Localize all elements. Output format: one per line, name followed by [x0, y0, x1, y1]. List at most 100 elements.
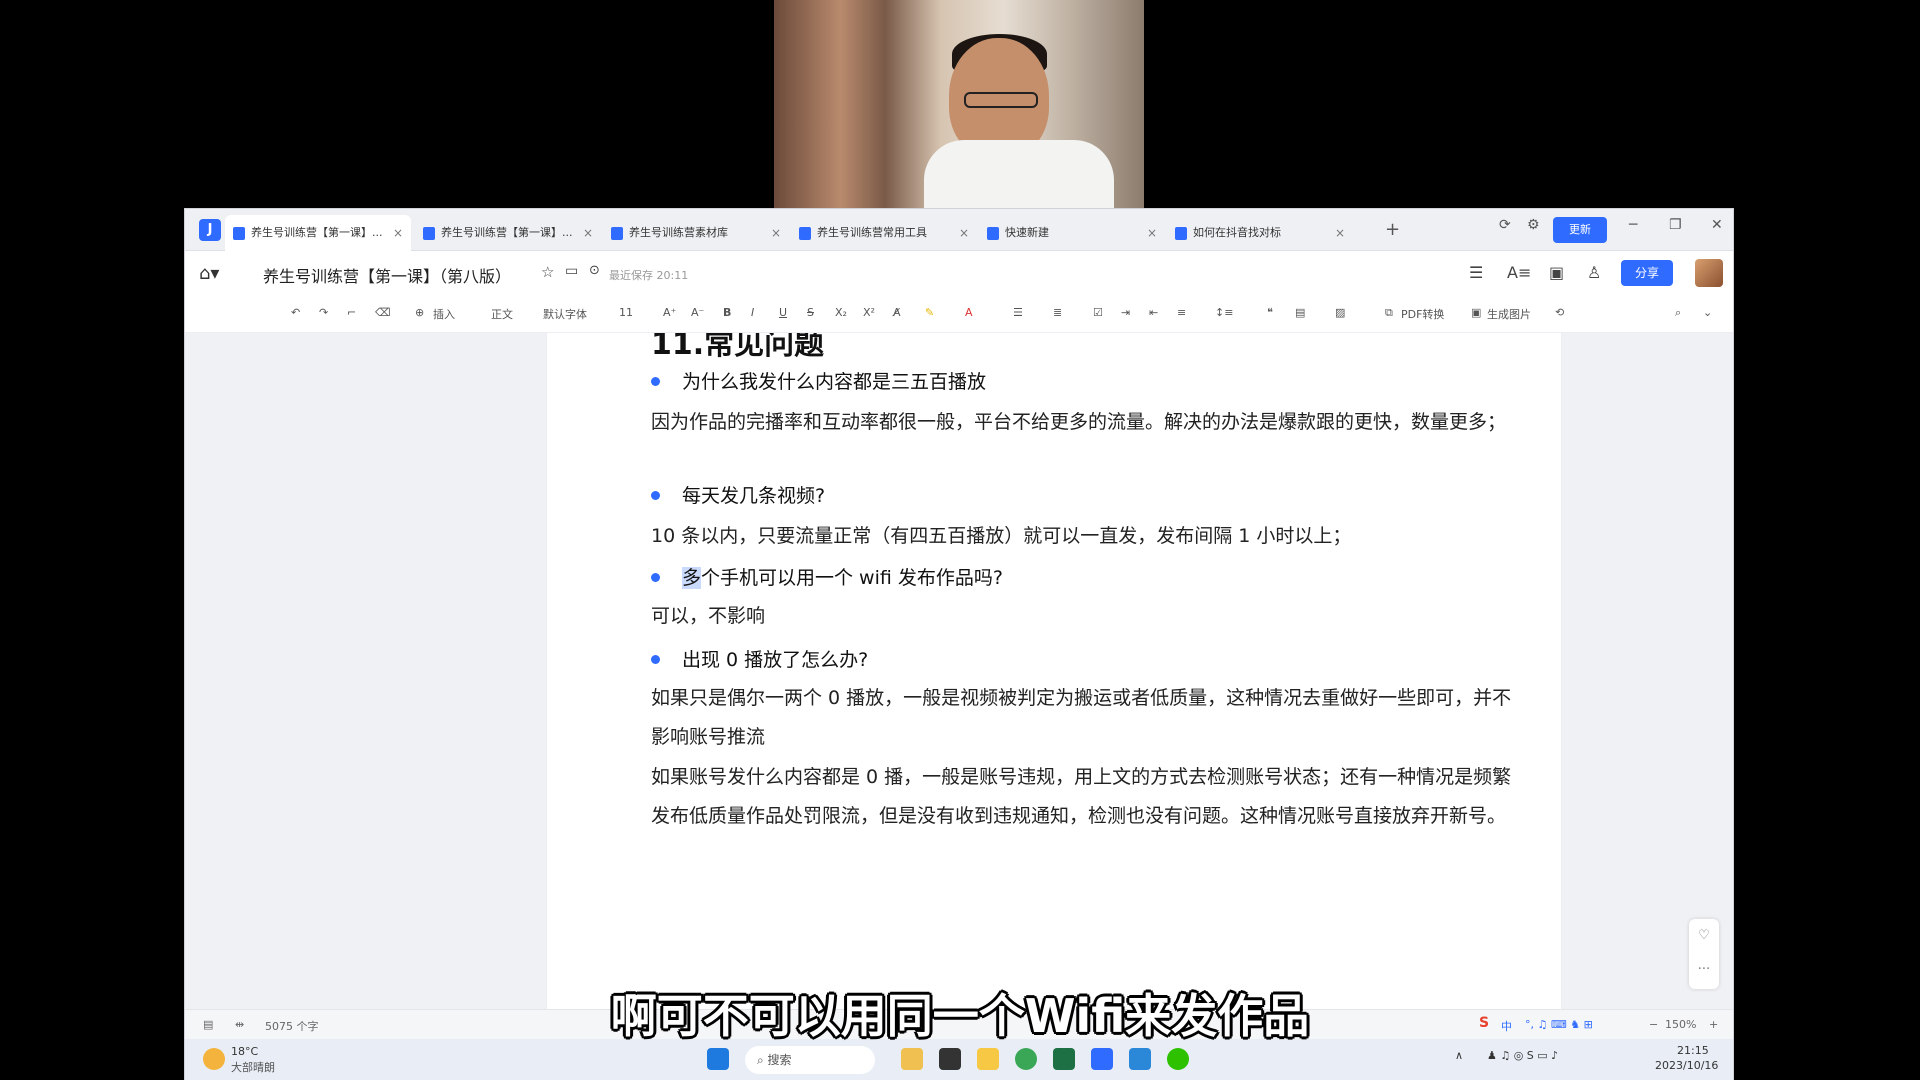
- question-2: 每天发几条视频?: [651, 481, 825, 508]
- insert-menu[interactable]: 插入: [433, 306, 455, 322]
- weather-icon[interactable]: [203, 1048, 225, 1070]
- task-view-icon[interactable]: [939, 1048, 961, 1070]
- weather-desc: 大部晴朗: [231, 1061, 275, 1074]
- tab-doc-1[interactable]: 养生号训练营【第一课】... ×: [225, 215, 411, 251]
- paragraph-style-select[interactable]: 正文: [491, 306, 513, 322]
- close-icon[interactable]: ×: [959, 215, 969, 251]
- image-icon[interactable]: ▣: [1471, 306, 1481, 319]
- generate-image-button[interactable]: 生成图片: [1487, 306, 1531, 322]
- tray-chevron-icon[interactable]: ∧: [1455, 1049, 1463, 1062]
- document-page[interactable]: 11.常见问题 为什么我发什么内容都是三五百播放 因为作品的完播率和互动率都很一…: [547, 333, 1561, 1009]
- excel-icon[interactable]: [1053, 1048, 1075, 1070]
- close-icon[interactable]: ×: [771, 215, 781, 251]
- more-icon[interactable]: ⟲: [1555, 306, 1564, 319]
- question-3: 多个手机可以用一个 wifi 发布作品吗?: [651, 563, 1003, 590]
- font-size-select[interactable]: 11: [619, 306, 633, 319]
- subscript-icon[interactable]: X₂: [835, 306, 847, 319]
- bullet-list-icon[interactable]: ☰: [1013, 306, 1023, 319]
- meeting-icon[interactable]: [1129, 1048, 1151, 1070]
- shirt-icon[interactable]: ♡: [1689, 919, 1719, 953]
- settings-icon[interactable]: ⚙: [1527, 217, 1540, 233]
- star-icon[interactable]: ☆: [541, 263, 554, 281]
- collab-icon[interactable]: ♙: [1587, 263, 1601, 282]
- pdf-icon[interactable]: ⧉: [1385, 306, 1393, 320]
- tab-quick-new[interactable]: 快速新建 ×: [979, 215, 1165, 251]
- numbered-list-icon[interactable]: ≣: [1053, 306, 1062, 319]
- bullet-icon: [651, 377, 660, 386]
- close-icon[interactable]: ×: [1335, 215, 1345, 251]
- image-insert-icon[interactable]: ▨: [1335, 306, 1345, 319]
- sync-icon[interactable]: ⟳: [1499, 217, 1511, 233]
- strikethrough-icon[interactable]: S: [807, 306, 814, 319]
- line-spacing-icon[interactable]: ↕≡: [1215, 306, 1233, 319]
- question-4: 出现 0 播放了怎么办?: [651, 645, 868, 672]
- menu-icon[interactable]: ☰: [1469, 263, 1483, 282]
- collapse-toolbar-icon[interactable]: ⌄: [1703, 306, 1712, 319]
- clear-format-icon[interactable]: ⌫: [375, 306, 391, 319]
- tab-material[interactable]: 养生号训练营素材库 ×: [603, 215, 789, 251]
- doc-icon: [1175, 227, 1187, 240]
- font-color-icon[interactable]: A: [965, 306, 973, 319]
- italic-icon[interactable]: I: [751, 306, 754, 319]
- close-icon[interactable]: ×: [393, 215, 403, 251]
- text-format-icon[interactable]: A≡: [1507, 263, 1531, 282]
- folder-icon[interactable]: ▭: [565, 263, 578, 279]
- tab-benchmark[interactable]: 如何在抖音找对标 ×: [1167, 215, 1353, 251]
- close-icon[interactable]: ×: [583, 215, 593, 251]
- new-tab-button[interactable]: +: [1385, 219, 1400, 240]
- doc-icon: [233, 227, 245, 240]
- highlight-icon[interactable]: ✎: [925, 306, 934, 319]
- font-family-select[interactable]: 默认字体: [543, 306, 587, 322]
- superscript-icon[interactable]: X²: [863, 306, 875, 319]
- search-icon[interactable]: ⌕: [1675, 306, 1681, 320]
- close-window-button[interactable]: ✕: [1711, 217, 1723, 233]
- doc-icon: [611, 227, 623, 240]
- underline-icon[interactable]: U: [779, 306, 787, 319]
- indent-icon[interactable]: ⇥: [1121, 306, 1130, 319]
- presenter-shirt: [924, 140, 1114, 208]
- format-toolbar: ↶ ↷ ⌐ ⌫ ⊕ 插入 正文 默认字体 11 A⁺ A⁻ B I U S X₂…: [185, 297, 1733, 333]
- home-icon[interactable]: ⌂▾: [199, 263, 219, 284]
- file-explorer-icon[interactable]: [977, 1048, 999, 1070]
- answer-5: 如果账号发什么内容都是 0 播，一般是账号违规，用上文的方式去检测账号状态；还有…: [651, 766, 1512, 827]
- bold-icon[interactable]: B: [723, 306, 731, 319]
- font-shrink-icon[interactable]: A⁻: [691, 306, 704, 319]
- close-icon[interactable]: ×: [1147, 215, 1157, 251]
- tab-tools[interactable]: 养生号训练营常用工具 ×: [791, 215, 977, 251]
- start-icon[interactable]: [707, 1048, 729, 1070]
- insert-icon[interactable]: ⊕: [415, 306, 424, 319]
- minimize-button[interactable]: ─: [1629, 217, 1637, 233]
- app-logo-icon[interactable]: J: [199, 219, 221, 241]
- video-subtitle: 啊可不可以用同一个Wifi来发作品: [610, 989, 1310, 1043]
- font-grow-icon[interactable]: A⁺: [663, 306, 676, 319]
- avatar[interactable]: [1695, 259, 1723, 287]
- tab-bar: J 养生号训练营【第一课】... × 养生号训练营【第一课】... × 养生号训练营…: [185, 209, 1733, 251]
- quote-icon[interactable]: ❝: [1267, 306, 1273, 319]
- doc-title[interactable]: 养生号训练营【第一课】（第八版）: [263, 263, 511, 287]
- tab-doc-2[interactable]: 养生号训练营【第一课】... ×: [415, 215, 601, 251]
- doc-icon: [423, 227, 435, 240]
- taskbar-search[interactable]: ⌕ 搜索: [745, 1046, 875, 1074]
- spellcheck-icon[interactable]: A̸: [893, 306, 901, 319]
- align-icon[interactable]: ≡: [1177, 306, 1186, 319]
- outdent-icon[interactable]: ⇤: [1149, 306, 1158, 319]
- restore-button[interactable]: ❐: [1669, 217, 1682, 233]
- present-icon[interactable]: ▣: [1549, 263, 1564, 282]
- answer-1: 因为作品的完播率和互动率都很一般，平台不给更多的流量。解决的办法是爆款跟的更快，…: [651, 411, 1507, 433]
- checklist-icon[interactable]: ☑: [1093, 306, 1103, 319]
- save-status: 最近保存 20:11: [609, 269, 689, 282]
- format-painter-icon[interactable]: ⌐: [347, 306, 356, 319]
- search-icon: ⌕: [757, 1053, 768, 1067]
- comment-icon[interactable]: ▤: [1295, 306, 1305, 319]
- wechat-icon[interactable]: [1167, 1048, 1189, 1070]
- pdf-convert-button[interactable]: PDF转换: [1401, 306, 1444, 322]
- clock-date[interactable]: 2023/10/16: [1655, 1059, 1718, 1072]
- share-button[interactable]: 分享: [1621, 260, 1673, 286]
- redo-icon[interactable]: ↷: [319, 306, 328, 319]
- widget-icon[interactable]: [901, 1048, 923, 1070]
- update-button[interactable]: 更新: [1553, 217, 1607, 243]
- docs-app-icon[interactable]: [1091, 1048, 1113, 1070]
- browser-icon[interactable]: [1015, 1048, 1037, 1070]
- tray-apps-icon[interactable]: ♟ ♫ ◎ S ▭ ♪: [1487, 1049, 1558, 1062]
- undo-icon[interactable]: ↶: [291, 306, 300, 319]
